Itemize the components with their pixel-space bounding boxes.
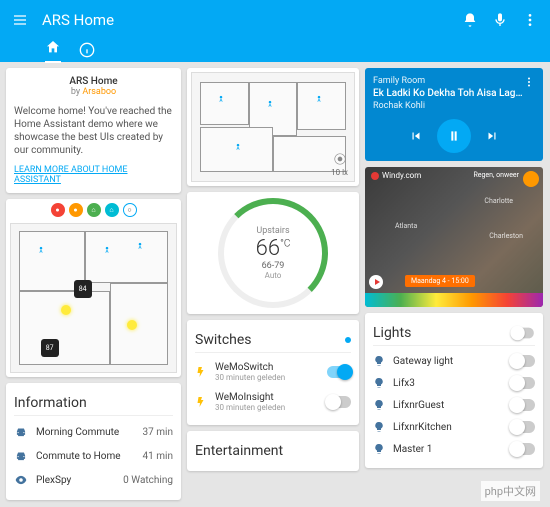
badge-icon[interactable]: ● [69,203,83,217]
switch-row: WeMoInsight30 minuten geleden [195,387,351,417]
entertainment-card: Entertainment [187,431,359,471]
light-row: LifxnrKitchen [373,416,535,438]
switches-card: Switches WeMoSwitch30 minuten geleden We… [187,320,359,425]
locate-icon[interactable] [523,171,539,187]
windy-brand: Windy.com [371,171,421,180]
section-title: Switches [195,328,351,353]
thermostat-widget[interactable]: 87 [41,339,59,357]
intro-card: ARS Home by Arsaboo Welcome home! You've… [6,68,181,193]
bell-icon[interactable] [462,12,478,28]
app-title: ARS Home [42,11,462,29]
light-row: LifxnrGuest [373,394,535,416]
intro-title: ARS Home [14,76,173,87]
flash-icon [195,366,207,378]
section-title: Entertainment [195,439,351,463]
section-title: Information [14,391,173,416]
switch-toggle[interactable] [327,396,351,408]
info-row[interactable]: Morning Commute37 min [14,420,173,444]
light-toggle[interactable] [511,421,535,433]
switch-row: WeMoSwitch30 minuten geleden [195,357,351,387]
badge-icon[interactable]: ● [51,203,65,217]
light-toggle[interactable] [511,443,535,455]
flash-icon [195,396,207,408]
bulb-icon [373,355,385,367]
mic-icon[interactable] [492,12,508,28]
badge-icon[interactable]: ⌂ [105,203,119,217]
skip-prev-icon[interactable] [409,129,423,143]
author-link[interactable]: Arsaboo [82,87,116,97]
info-row[interactable]: PlexSpy0 Watching [14,468,173,492]
badge-icon[interactable]: ⌂ [87,203,101,217]
app-header: ARS Home [0,0,550,62]
dashboard: ARS Home by Arsaboo Welcome home! You've… [0,62,550,506]
media-track: Ek Ladki Ko Dekha Toh Aisa Laga - ... [373,88,523,99]
weather-map-card[interactable]: Windy.com Regen, onweer Charlotte Atlant… [365,167,543,307]
media-player-card: Family Room Ek Ladki Ko Dekha Toh Aisa L… [365,68,543,161]
map-legend: Regen, onweer [473,171,519,179]
lights-card: Lights Gateway light Lifx3 LifxnrGuest L… [365,313,543,468]
welcome-text: Welcome home! You've reached the Home As… [14,105,173,157]
bulb-icon [373,421,385,433]
light-toggle[interactable] [511,355,535,367]
thermostat-temp: 66°C [256,236,291,261]
section-title: Lights [373,321,535,346]
thermostat-location: Upstairs [256,226,289,236]
badge-icon[interactable]: ○ [123,203,137,217]
light-row: Master 1 [373,438,535,460]
bulb-icon [373,399,385,411]
pause-button[interactable] [437,119,471,153]
info-row[interactable]: Commute to Home41 min [14,444,173,468]
car-icon [14,425,28,439]
menu-icon[interactable] [12,12,28,28]
watermark: php中文网 [481,481,540,501]
tab-info[interactable] [79,42,95,61]
map-play-icon[interactable] [369,275,383,289]
lights-master-toggle[interactable] [512,328,534,339]
badge-row: ● ● ⌂ ⌂ ○ [10,203,177,217]
thermostat-card[interactable]: Upstairs 66°C 66-79 Auto [187,192,359,314]
switch-toggle[interactable] [327,366,351,378]
floorplan-main-card[interactable]: ● ● ⌂ ⌂ ○ 84 87 [6,199,181,377]
thermostat-range: 66-79 [262,261,285,271]
light-toggle[interactable] [511,377,535,389]
overflow-icon[interactable] [523,76,535,88]
overflow-icon[interactable] [522,12,538,28]
learn-more-link[interactable]: LEARN MORE ABOUT HOME ASSISTANT [14,165,173,185]
forecast-badge: Maandag 4 - 15:00 [405,275,475,287]
information-card: Information Morning Commute37 min Commut… [6,383,181,500]
media-artist: Rochak Kohli [373,101,523,111]
floorplan-upstairs[interactable]: 10 lx [191,72,355,182]
thermostat-widget[interactable]: 84 [74,280,92,298]
media-room: Family Room [373,76,523,86]
light-toggle[interactable] [511,399,535,411]
floorplan-main[interactable]: 84 87 [10,223,177,373]
eye-icon [14,473,28,487]
bulb-icon [373,443,385,455]
light-row: Gateway light [373,350,535,372]
floorplan-upstairs-card[interactable]: 10 lx [187,68,359,186]
lux-label: 10 lx [331,152,348,177]
tab-home[interactable] [45,39,61,63]
thermostat-mode: Auto [265,271,282,280]
car-icon [14,449,28,463]
light-row: Lifx3 [373,372,535,394]
map-gradient [365,293,543,307]
skip-next-icon[interactable] [485,129,499,143]
bulb-icon [373,377,385,389]
